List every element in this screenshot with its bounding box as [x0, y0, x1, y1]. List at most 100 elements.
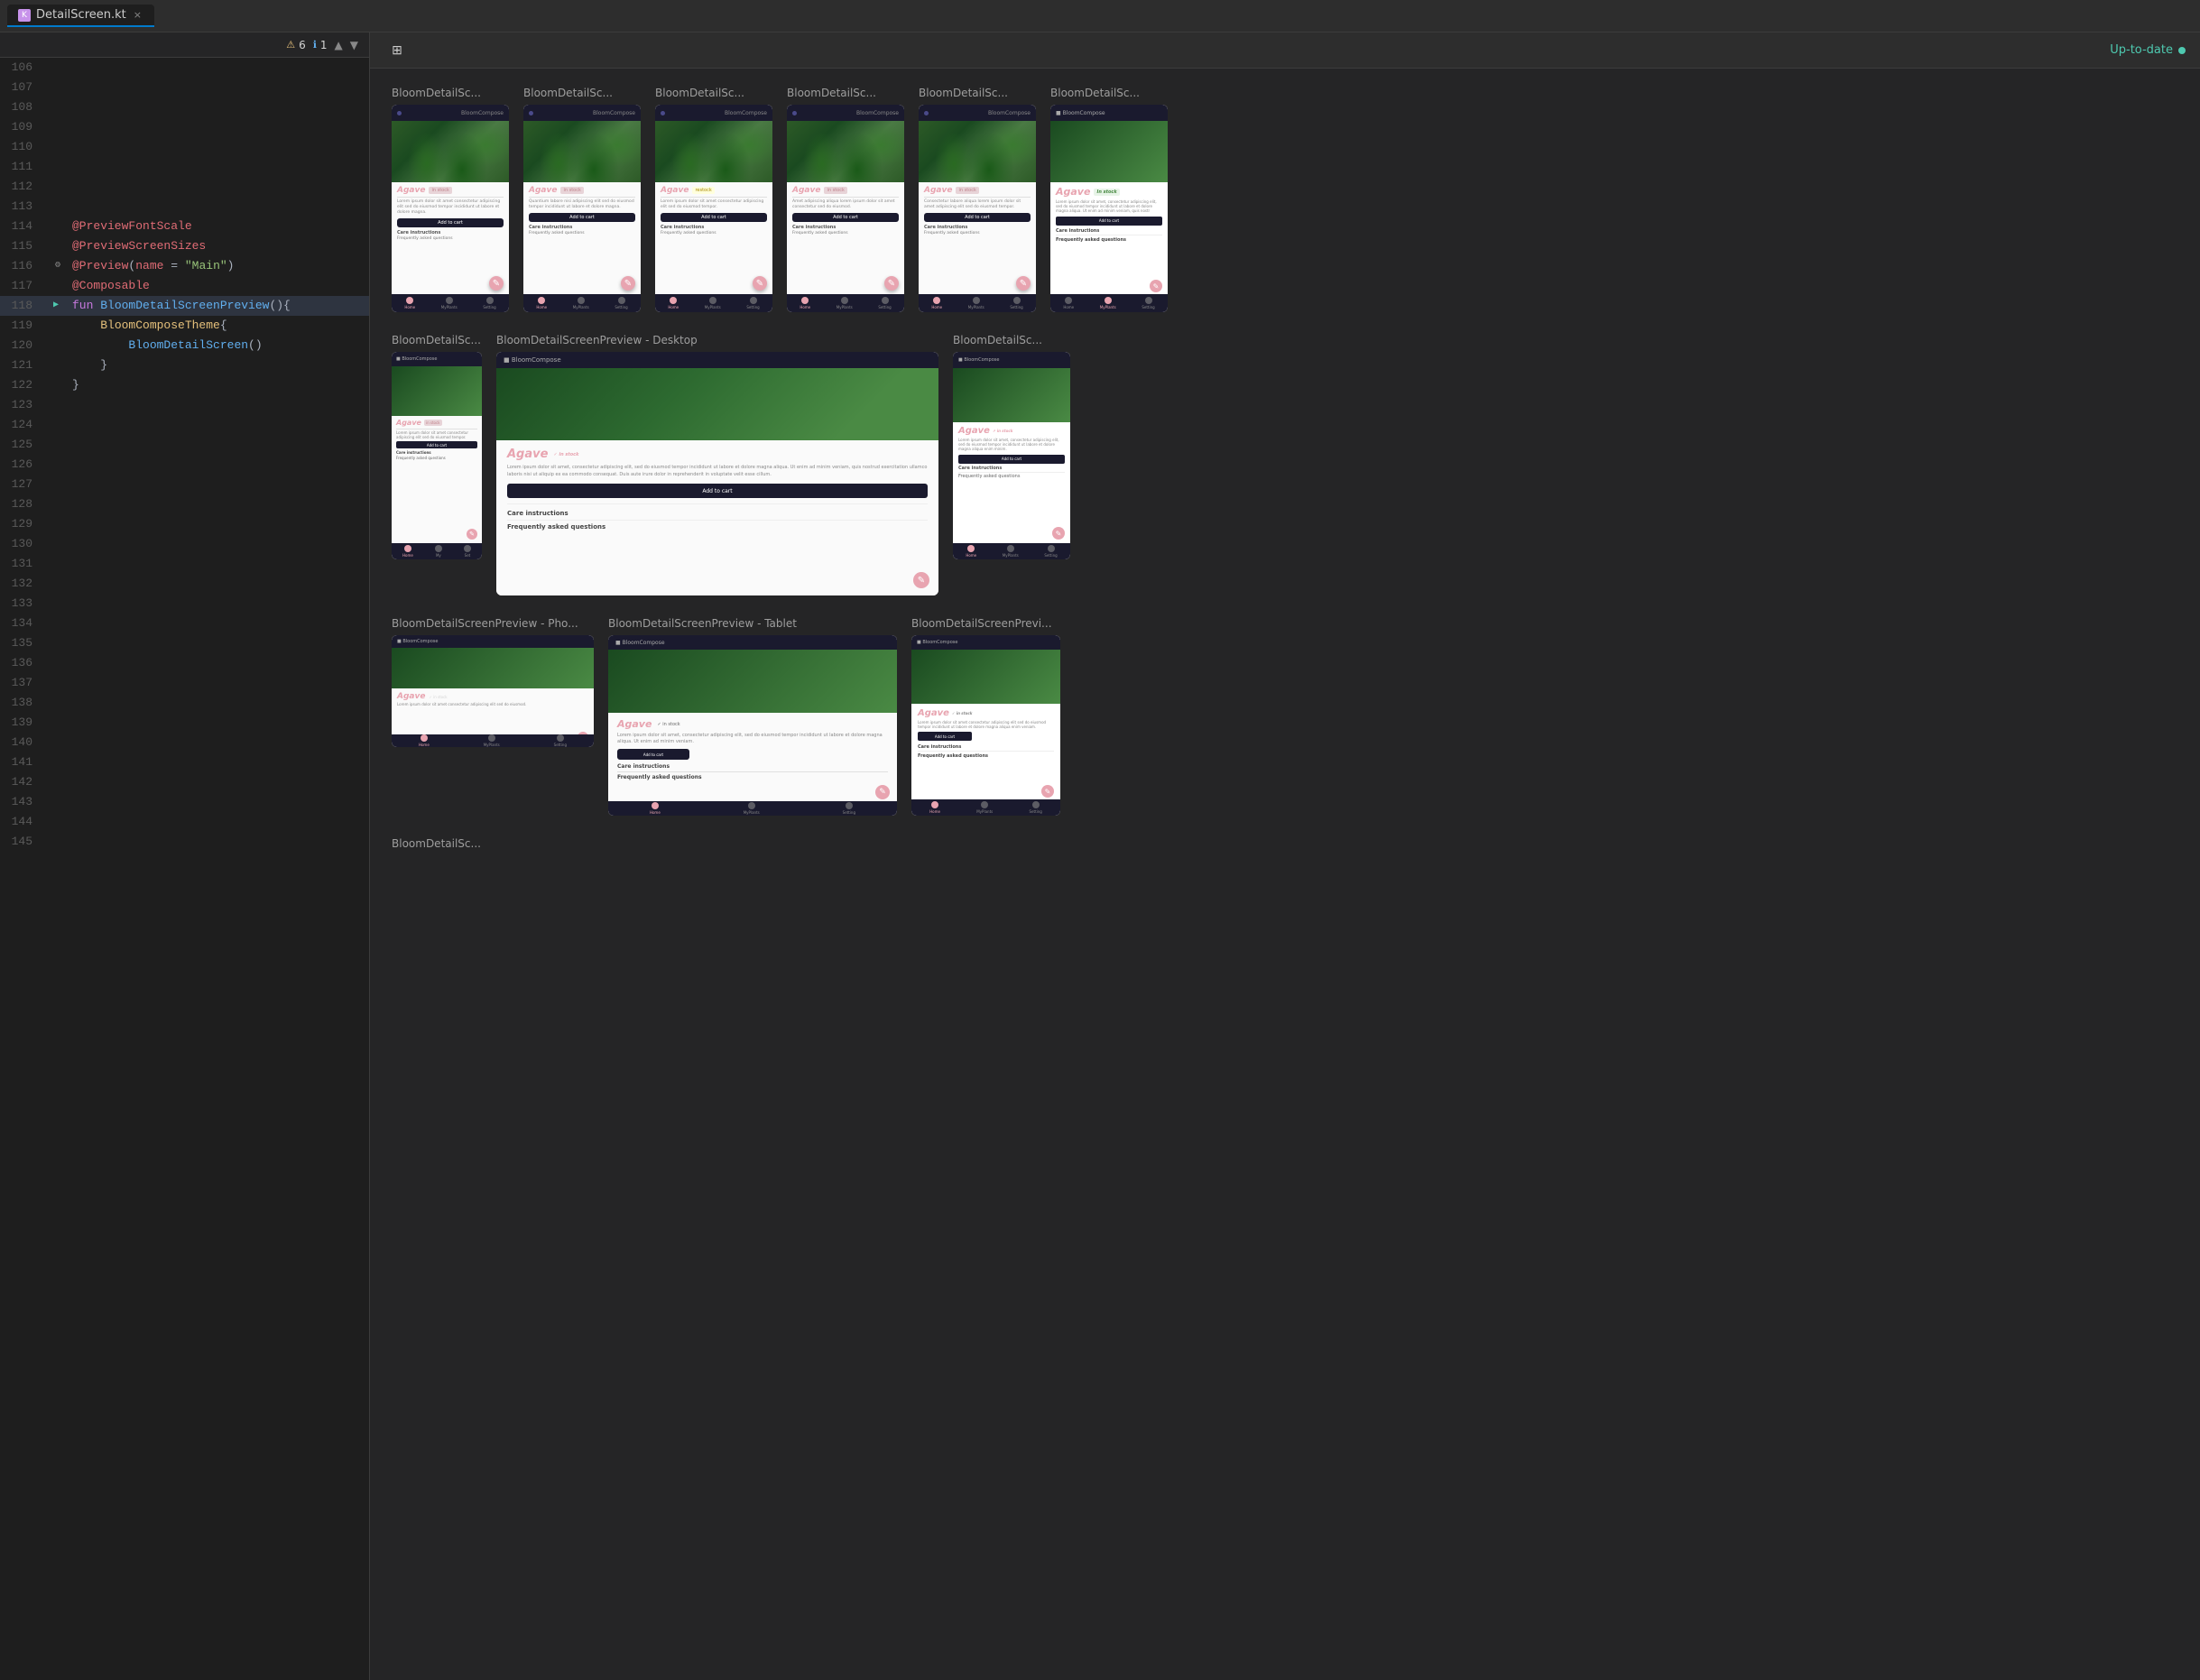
code-line-144: 144 — [0, 812, 369, 832]
preview-panel: ⊞ Up-to-date BloomDetailSc... — [370, 32, 2200, 1680]
code-line-141: 141 — [0, 752, 369, 772]
fab-button-5[interactable]: ✎ — [1016, 276, 1031, 291]
phone-mockup-3: BloomCompose Agave restock Lorem i — [655, 105, 772, 312]
code-line-116: 116 ⚙ @Preview(name = "Main") — [0, 256, 369, 276]
run-icon[interactable]: ▶ — [53, 296, 59, 316]
bottom-nav-5: Home MyPlants Setting — [919, 294, 1036, 312]
preview-title-6: BloomDetailSc... — [1050, 87, 1168, 99]
tablet-content: Agave ✓ in stock Lorem ipsum dolor sit a… — [608, 713, 897, 786]
bottom-nav-4: Home MyPlants Setting — [787, 294, 904, 312]
lorem-wide-fab[interactable]: ✎ — [1052, 527, 1065, 540]
preview-row-2: BloomDetailSc... ■ BloomCompose Agave — [392, 334, 2178, 595]
preview-frame-desktop[interactable]: ■ BloomCompose Agave ✓ in stock Lorem ip… — [496, 352, 938, 595]
preview-frame-7[interactable]: ■ BloomCompose Agave in stock Lore — [392, 352, 482, 559]
preview-title-7: BloomDetailSc... — [392, 334, 482, 346]
code-line-138: 138 — [0, 693, 369, 713]
fab-button-4[interactable]: ✎ — [884, 276, 899, 291]
nav-down-button[interactable]: ▼ — [350, 39, 358, 51]
code-line-121: 121 } — [0, 355, 369, 375]
preview-frame-2[interactable]: BloomCompose Agave in stock Quanti — [523, 105, 641, 312]
add-btn-3[interactable]: Add to cart — [661, 213, 767, 222]
tablet-fab[interactable]: ✎ — [875, 785, 890, 799]
preview-frame-1[interactable]: BloomCompose Agave in stock Lorem — [392, 105, 509, 312]
info-count[interactable]: ℹ 1 — [313, 39, 328, 51]
lorem-fab-btn[interactable]: ✎ — [1150, 280, 1162, 292]
preview-frame-4[interactable]: BloomCompose Agave in stock Amet a — [787, 105, 904, 312]
lorem-med-content: Agave ✓ in stock Lorem ipsum dolor sit a… — [911, 704, 1060, 763]
plant-desc-1: Lorem ipsum dolor sit amet consectetur a… — [397, 199, 504, 216]
warning-count[interactable]: ⚠ 6 — [286, 39, 306, 51]
preview-card-phone-med: BloomDetailScreenPreview - Pho... ■ Bloo… — [392, 617, 594, 747]
info-icon: ℹ — [313, 39, 317, 51]
tablet-add-btn[interactable]: Add to cart — [617, 749, 689, 760]
phone-mockup-5: BloomCompose Agave in stock Consec — [919, 105, 1036, 312]
fab-button-1[interactable]: ✎ — [489, 276, 504, 291]
plant-desc-4: Amet adipiscing aliqua lorem ipsum dolor… — [792, 199, 899, 210]
desktop-add-btn[interactable]: Add to cart — [507, 484, 928, 498]
code-line-115: 115 @PreviewScreenSizes — [0, 236, 369, 256]
phone-small-mockup: ■ BloomCompose Agave in stock Lore — [392, 352, 482, 559]
tablet-header: ■ BloomCompose — [608, 635, 897, 650]
plant-desc-2: Quantium labore nisi adipiscing elit sed… — [529, 199, 635, 210]
preview-frame-3[interactable]: BloomCompose Agave restock Lorem i — [655, 105, 772, 312]
preview-card-3: BloomDetailSc... BloomCompose — [655, 87, 772, 312]
code-line-139: 139 — [0, 713, 369, 733]
desktop-content: Agave ✓ in stock Lorem ipsum dolor sit a… — [496, 440, 938, 538]
preview-frame-tablet[interactable]: ■ BloomCompose Agave ✓ in stock Lorem ip… — [608, 635, 897, 816]
code-line-126: 126 — [0, 455, 369, 475]
lorem-desc: Lorem ipsum dolor sit amet, consectetur … — [1056, 199, 1162, 214]
code-line-119: 119 BloomComposeTheme{ — [0, 316, 369, 336]
nav-up-button[interactable]: ▲ — [335, 39, 343, 51]
preview-title-1: BloomDetailSc... — [392, 87, 509, 99]
faq-section-3: Frequently asked questions — [661, 231, 767, 235]
code-line-130: 130 — [0, 534, 369, 554]
preview-card-4: BloomDetailSc... BloomCompose — [787, 87, 904, 312]
small-fab[interactable]: ✎ — [467, 529, 477, 540]
settings-icon: ⚙ — [55, 256, 60, 276]
bottom-nav-1: Home MyPlants Setting — [392, 294, 509, 312]
phone-content-2: Agave in stock Quantium labore nisi adip… — [523, 182, 641, 240]
preview-frame-phone-med[interactable]: ■ BloomCompose Agave ✓ in stock Lorem ip… — [392, 635, 594, 747]
fab-button-2[interactable]: ✎ — [621, 276, 635, 291]
preview-card-5: BloomDetailSc... BloomCompose — [919, 87, 1036, 312]
code-line-137: 137 — [0, 673, 369, 693]
preview-frame-lorem-med[interactable]: ■ BloomCompose Agave ✓ in stock Lorem ip… — [911, 635, 1060, 816]
lorem-wide-content: Agave ↗ in stock Lorem ipsum dolor sit a… — [953, 422, 1070, 484]
desktop-faq-section: Frequently asked questions — [507, 523, 928, 531]
grid-toggle-button[interactable]: ⊞ — [384, 38, 410, 63]
lorem-add-btn[interactable]: Add to cart — [1056, 217, 1162, 226]
lorem-med-fab[interactable]: ✎ — [1041, 785, 1054, 798]
tab-filename: DetailScreen.kt — [36, 8, 126, 22]
main-area: ⚠ 6 ℹ 1 ▲ ▼ 106 107 108 — [0, 32, 2200, 1680]
code-line-108: 108 — [0, 97, 369, 117]
small-add-btn[interactable]: Add to cart — [396, 441, 477, 448]
code-line-132: 132 — [0, 574, 369, 594]
preview-frame-lorem-wide[interactable]: ■ BloomCompose Agave ↗ in stock Lorem ip… — [953, 352, 1070, 559]
care-section-5: Care instructions — [924, 225, 1031, 230]
add-btn-4[interactable]: Add to cart — [792, 213, 899, 222]
add-btn-1[interactable]: Add to cart — [397, 218, 504, 227]
code-line-114: 114 @PreviewFontScale — [0, 217, 369, 236]
lorem-med-mockup: ■ BloomCompose Agave ✓ in stock Lorem ip… — [911, 635, 1060, 816]
care-section-4: Care instructions — [792, 225, 899, 230]
add-btn-5[interactable]: Add to cart — [924, 213, 1031, 222]
desktop-fab[interactable]: ✎ — [913, 572, 929, 588]
fab-button-3[interactable]: ✎ — [753, 276, 767, 291]
plant-badge-2: in stock — [560, 187, 583, 194]
preview-content[interactable]: BloomDetailSc... BloomCompose — [370, 69, 2200, 1680]
code-scroll-area[interactable]: 106 107 108 109 110 — [0, 58, 369, 1680]
plant-hero-5 — [919, 121, 1036, 182]
code-line-145: 145 — [0, 832, 369, 852]
preview-frame-6[interactable]: ■ BloomCompose Agave In stock Lorem ipsu… — [1050, 105, 1168, 312]
preview-frame-5[interactable]: BloomCompose Agave in stock Consec — [919, 105, 1036, 312]
lorem-header-1: ■ BloomCompose — [1050, 105, 1168, 121]
lorem-wide-add-btn[interactable]: Add to cart — [958, 455, 1065, 464]
tablet-faq-section: Frequently asked questions — [617, 774, 888, 780]
lorem-med-add-btn[interactable]: Add to cart — [918, 732, 972, 741]
tab-close-button[interactable]: × — [132, 9, 143, 21]
tab-detail-screen[interactable]: K DetailScreen.kt × — [7, 5, 154, 27]
plant-desc-3: Lorem ipsum dolor sit amet consectetur a… — [661, 199, 767, 210]
add-btn-2[interactable]: Add to cart — [529, 213, 635, 222]
preview-title-bottom: BloomDetailSc... — [392, 837, 481, 850]
code-line-124: 124 — [0, 415, 369, 435]
